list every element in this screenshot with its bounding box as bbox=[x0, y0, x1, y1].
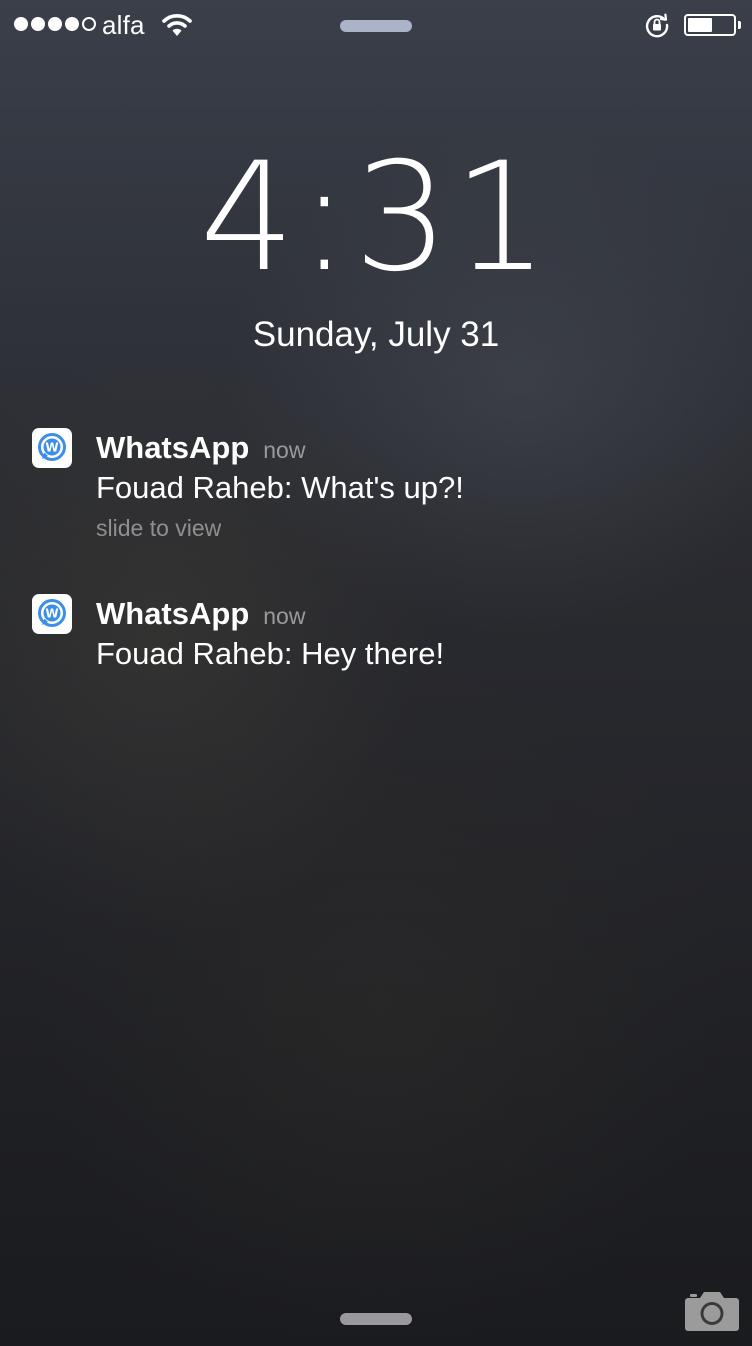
notification-message: Fouad Raheb: Hey there! bbox=[96, 636, 445, 671]
lock-screen-time: 4:31 bbox=[199, 131, 553, 305]
signal-strength-icon bbox=[14, 17, 96, 31]
svg-text:W: W bbox=[45, 441, 58, 455]
battery-icon bbox=[684, 14, 741, 36]
whatsapp-app-icon: W bbox=[32, 594, 72, 634]
notification-center-grabber[interactable] bbox=[340, 20, 412, 32]
app-name-label: WhatsApp bbox=[96, 596, 250, 631]
battery-fill bbox=[688, 18, 712, 32]
camera-icon[interactable] bbox=[684, 1288, 740, 1337]
lock-screen-date: Sunday, July 31 bbox=[252, 315, 500, 354]
signal-dot bbox=[31, 17, 45, 31]
app-name-label: WhatsApp bbox=[96, 430, 250, 465]
signal-dot bbox=[65, 17, 79, 31]
wifi-icon bbox=[162, 12, 192, 43]
battery-nub bbox=[738, 21, 741, 29]
signal-dot bbox=[82, 17, 96, 31]
whatsapp-app-icon: W bbox=[32, 428, 72, 468]
notification-time: now bbox=[263, 437, 306, 463]
slide-to-view-hint: slide to view bbox=[96, 515, 222, 541]
control-center-grabber[interactable] bbox=[340, 1313, 412, 1325]
status-bar: alfa bbox=[0, 0, 752, 50]
signal-dot bbox=[14, 17, 28, 31]
notification-app-name: WhatsApp now bbox=[96, 428, 305, 470]
notification-message: Fouad Raheb: What's up?! bbox=[96, 470, 464, 505]
signal-dot bbox=[48, 17, 62, 31]
notification-time: now bbox=[263, 603, 306, 629]
carrier-name: alfa bbox=[102, 10, 145, 40]
notification-app-name: WhatsApp now bbox=[96, 594, 305, 636]
rotation-lock-icon bbox=[644, 12, 670, 43]
svg-text:W: W bbox=[45, 607, 58, 621]
